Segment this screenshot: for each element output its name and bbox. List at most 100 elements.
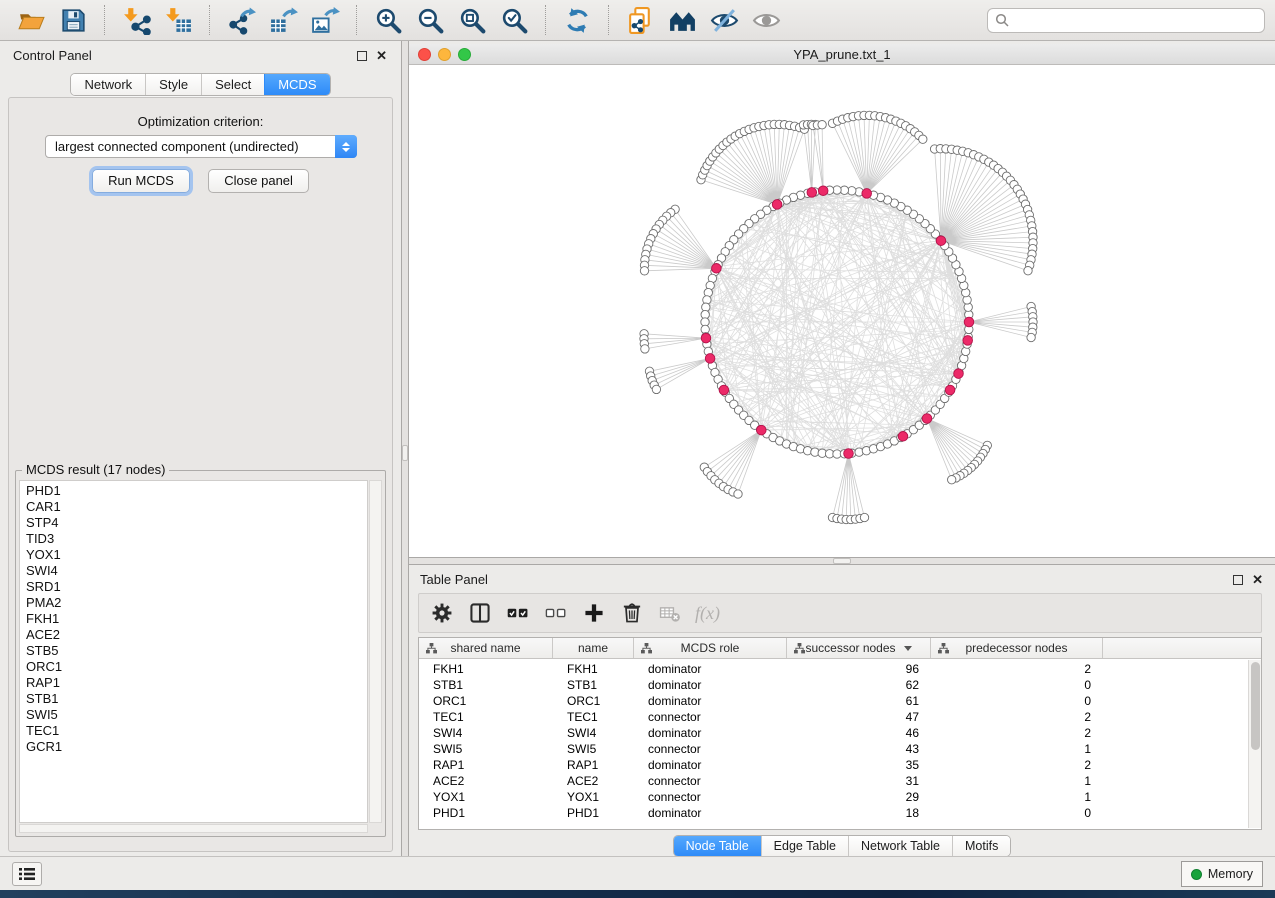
open-session-icon[interactable] [13,3,49,37]
criterion-dropdown[interactable]: largest connected component (undirected) [45,135,357,158]
mcds-list-item[interactable]: CAR1 [26,499,367,515]
clone-network-icon[interactable] [622,3,658,37]
tab-node-table[interactable]: Node Table [674,836,761,856]
mcds-list-vscrollbar[interactable] [369,480,382,823]
first-neighbors-icon[interactable] [664,3,700,37]
network-leaf-node[interactable] [641,345,649,353]
mcds-list-item[interactable]: SRD1 [26,579,367,595]
save-session-icon[interactable] [55,3,91,37]
mcds-list-item[interactable]: STB1 [26,691,367,707]
close-panel-button[interactable]: Close panel [208,169,309,193]
mcds-list-item[interactable]: STB5 [26,643,367,659]
network-mcds-node[interactable] [945,385,955,395]
network-mcds-node[interactable] [964,317,974,327]
zoom-in-icon[interactable] [370,3,406,37]
mcds-list-item[interactable]: GCR1 [26,739,367,755]
network-leaf-node[interactable] [818,121,826,129]
column-header-successor-nodes[interactable]: successor nodes [787,638,931,658]
network-leaf-node[interactable] [652,385,660,393]
table-row[interactable]: RAP1RAP1dominator352 [419,757,1247,773]
mcds-list-item[interactable]: SWI4 [26,563,367,579]
close-panel-icon[interactable]: ✕ [376,48,387,63]
float-table-panel-icon[interactable] [1233,575,1243,585]
network-leaf-node[interactable] [948,476,956,484]
run-mcds-button[interactable]: Run MCDS [92,169,190,193]
search-box[interactable] [987,8,1265,33]
table-row[interactable]: ORC1ORC1dominator610 [419,693,1247,709]
mcds-list-item[interactable]: TEC1 [26,723,367,739]
network-leaf-node[interactable] [860,513,868,521]
mcds-result-list[interactable]: PHD1CAR1STP4TID3YOX1SWI4SRD1PMA2FKH1ACE2… [19,480,368,823]
task-history-button[interactable] [12,862,42,886]
table-row[interactable]: PHD1PHD1dominator180 [419,805,1247,821]
column-header-name[interactable]: name [553,638,634,658]
network-mcds-node[interactable] [712,264,722,274]
table-row[interactable]: ACE2ACE2connector311 [419,773,1247,789]
zoom-out-icon[interactable] [412,3,448,37]
refresh-layout-icon[interactable] [559,3,595,37]
network-graph[interactable] [409,65,1275,557]
column-header-predecessor-nodes[interactable]: predecessor nodes [931,638,1103,658]
tab-network[interactable]: Network [71,74,145,95]
table-settings-icon[interactable] [427,598,457,628]
table-row[interactable]: SWI5SWI5connector431 [419,741,1247,757]
table-row[interactable]: SWI4SWI4dominator462 [419,725,1247,741]
export-image-icon[interactable] [307,3,343,37]
column-header-shared-name[interactable]: shared name [419,638,553,658]
delete-column-icon[interactable] [617,598,647,628]
vertical-splitter-handle[interactable] [402,445,408,461]
mcds-list-item[interactable]: YOX1 [26,547,367,563]
tab-mcds[interactable]: MCDS [264,74,329,95]
network-leaf-node[interactable] [1027,333,1035,341]
network-canvas[interactable] [409,65,1275,557]
tab-motifs[interactable]: Motifs [952,836,1010,856]
zoom-fit-icon[interactable] [454,3,490,37]
network-mcds-node[interactable] [898,432,908,442]
network-mcds-node[interactable] [757,425,767,435]
network-mcds-node[interactable] [772,200,782,210]
network-mcds-node[interactable] [818,186,828,196]
network-leaf-node[interactable] [1024,267,1032,275]
search-input[interactable] [1009,12,1257,28]
horizontal-splitter-handle[interactable] [833,558,851,564]
network-window-titlebar[interactable]: YPA_prune.txt_1 [409,44,1275,65]
export-network-icon[interactable] [223,3,259,37]
split-panes-icon[interactable] [465,598,495,628]
mcds-list-item[interactable]: TID3 [26,531,367,547]
import-network-icon[interactable] [118,3,154,37]
export-table-icon[interactable] [265,3,301,37]
network-mcds-node[interactable] [844,449,854,459]
network-leaf-node[interactable] [919,135,927,143]
table-row[interactable]: FKH1FKH1dominator962 [419,661,1247,677]
mcds-list-item[interactable]: PHD1 [26,483,367,499]
hide-selected-icon[interactable] [706,3,742,37]
mcds-list-item[interactable]: ACE2 [26,627,367,643]
network-mcds-node[interactable] [922,414,932,424]
mcds-list-item[interactable]: SWI5 [26,707,367,723]
close-table-panel-icon[interactable]: ✕ [1252,572,1263,587]
network-mcds-node[interactable] [719,385,729,395]
network-mcds-node[interactable] [807,188,817,198]
add-column-icon[interactable] [579,598,609,628]
select-all-rows-icon[interactable] [503,598,533,628]
network-mcds-node[interactable] [963,336,973,346]
import-table-icon[interactable] [160,3,196,37]
zoom-selected-icon[interactable] [496,3,532,37]
horizontal-splitter[interactable] [409,557,1275,565]
show-all-icon[interactable] [748,3,784,37]
mcds-list-hscrollbar[interactable] [19,824,368,833]
mcds-list-item[interactable]: FKH1 [26,611,367,627]
table-row[interactable]: YOX1YOX1connector291 [419,789,1247,805]
table-vscrollbar[interactable] [1248,660,1261,828]
memory-button[interactable]: Memory [1181,861,1263,887]
table-scrollbar-thumb[interactable] [1251,662,1260,750]
mcds-list-item[interactable]: RAP1 [26,675,367,691]
mcds-list-item[interactable]: ORC1 [26,659,367,675]
network-mcds-node[interactable] [936,236,946,246]
vertical-splitter[interactable] [401,41,409,856]
network-mcds-node[interactable] [701,333,711,343]
network-mcds-node[interactable] [862,189,872,199]
network-mcds-node[interactable] [705,354,715,364]
mcds-list-item[interactable]: PMA2 [26,595,367,611]
tab-edge-table[interactable]: Edge Table [761,836,848,856]
